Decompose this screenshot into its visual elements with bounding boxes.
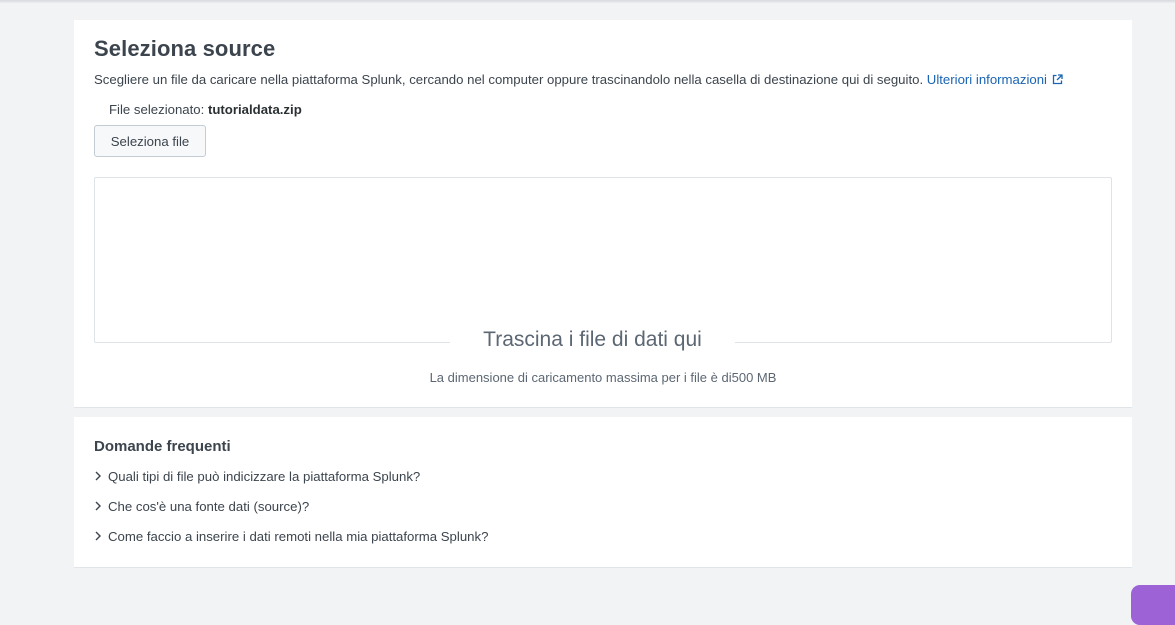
source-description: Scegliere un file da caricare nella piat… bbox=[94, 72, 1063, 87]
drop-zone-label: Trascina i file di dati qui bbox=[450, 328, 735, 352]
faq-item-data-source[interactable]: Che cos'è una fonte dati (source)? bbox=[94, 496, 309, 516]
faq-item-label: Quali tipi di file può indicizzare la pi… bbox=[108, 468, 421, 484]
chevron-right-icon bbox=[95, 501, 101, 511]
faq-item-file-types[interactable]: Quali tipi di file può indicizzare la pi… bbox=[94, 466, 420, 486]
file-drop-zone[interactable] bbox=[94, 177, 1112, 343]
more-info-link[interactable]: Ulteriori informazioni bbox=[927, 72, 1063, 87]
description-text: Scegliere un file da caricare nella piat… bbox=[94, 72, 924, 87]
external-link-icon bbox=[1052, 74, 1063, 85]
faq-item-label: Che cos'è una fonte dati (source)? bbox=[108, 498, 310, 514]
selected-file-name: tutorialdata.zip bbox=[207, 102, 302, 117]
select-file-button[interactable]: Seleziona file bbox=[94, 125, 206, 157]
faq-item-label: Come faccio a inserire i dati remoti nel… bbox=[108, 528, 489, 544]
faq-item-remote-data[interactable]: Come faccio a inserire i dati remoti nel… bbox=[94, 526, 488, 546]
select-source-panel: Seleziona source Scegliere un file da ca… bbox=[74, 20, 1132, 408]
chevron-right-icon bbox=[95, 531, 101, 541]
top-bar-shadow bbox=[0, 0, 1175, 3]
more-info-label: Ulteriori informazioni bbox=[926, 72, 1047, 87]
max-upload-size-text: La dimensione di caricamento massima per… bbox=[429, 370, 777, 385]
corner-floating-button[interactable] bbox=[1131, 585, 1175, 625]
selected-file-label: File selezionato: bbox=[109, 102, 205, 117]
selected-file-info: File selezionato: tutorialdata.zip bbox=[109, 102, 302, 117]
page-title: Seleziona source bbox=[94, 36, 276, 61]
faq-title: Domande frequenti bbox=[94, 438, 231, 455]
faq-panel: Domande frequenti Quali tipi di file può… bbox=[74, 417, 1132, 568]
chevron-right-icon bbox=[95, 471, 101, 481]
